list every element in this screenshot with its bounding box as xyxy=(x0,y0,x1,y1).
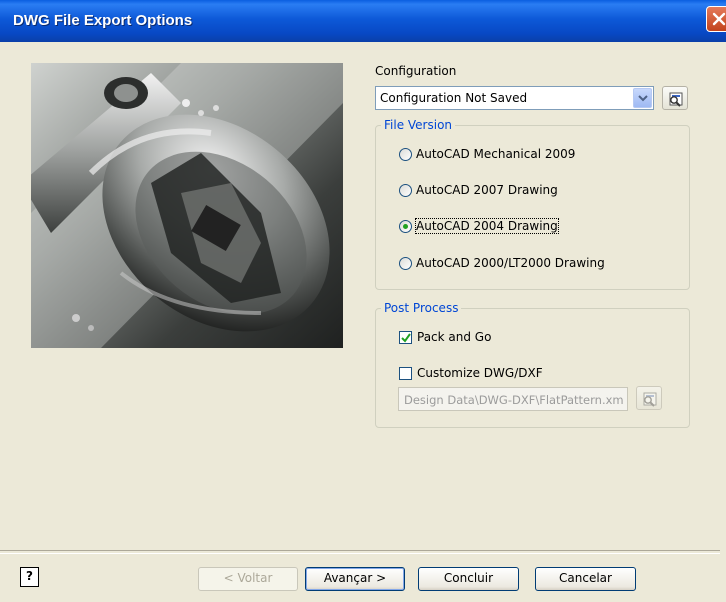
configuration-value: Configuration Not Saved xyxy=(380,91,528,105)
radio-button-selected[interactable] xyxy=(399,220,412,233)
radio-button[interactable] xyxy=(399,184,412,197)
radio-button[interactable] xyxy=(399,148,412,161)
configuration-label: Configuration xyxy=(375,64,457,78)
post-process-title: Post Process xyxy=(381,301,462,315)
separator xyxy=(0,550,720,554)
radio-label: AutoCAD Mechanical 2009 xyxy=(416,147,576,161)
back-label: < Voltar xyxy=(223,571,273,585)
help-button[interactable]: ? xyxy=(20,567,39,587)
cancel-label: Cancelar xyxy=(559,571,612,585)
customize-path-field[interactable]: Design Data\DWG-DXF\FlatPattern.xm xyxy=(398,387,628,411)
chevron-down-icon xyxy=(638,95,648,102)
checkmark-icon xyxy=(401,333,411,343)
radio-label: AutoCAD 2004 Drawing xyxy=(415,218,559,234)
help-icon: ? xyxy=(26,569,33,583)
radio-button[interactable] xyxy=(399,257,412,270)
browse-icon xyxy=(643,392,657,407)
path-value: Design Data\DWG-DXF\FlatPattern.xm xyxy=(404,393,624,407)
window-title: DWG File Export Options xyxy=(13,12,193,29)
radio-label: AutoCAD 2007 Drawing xyxy=(416,183,558,197)
browse-icon xyxy=(669,92,683,107)
pack-and-go-checkbox[interactable] xyxy=(399,331,412,344)
preview-image xyxy=(31,63,343,348)
next-button[interactable]: Avançar > xyxy=(305,567,405,591)
export-options-dialog: DWG File Export Options Configuration Co… xyxy=(0,0,726,602)
dropdown-arrow[interactable] xyxy=(633,88,652,108)
title-bar[interactable]: DWG File Export Options xyxy=(0,0,726,42)
file-version-title: File Version xyxy=(381,118,456,132)
radio-label: AutoCAD 2000/LT2000 Drawing xyxy=(416,256,605,270)
next-label: Avançar > xyxy=(323,571,387,585)
configuration-select[interactable]: Configuration Not Saved xyxy=(375,86,654,110)
browse-path-button[interactable] xyxy=(636,386,662,410)
browse-configuration-button[interactable] xyxy=(662,86,688,110)
pack-and-go-label: Pack and Go xyxy=(417,330,492,344)
close-icon xyxy=(712,12,726,26)
finish-label: Concluir xyxy=(443,571,494,585)
cancel-button[interactable]: Cancelar xyxy=(535,567,636,591)
close-button[interactable] xyxy=(706,6,726,32)
back-button[interactable]: < Voltar xyxy=(198,567,298,591)
customize-checkbox[interactable] xyxy=(399,367,412,380)
finish-button[interactable]: Concluir xyxy=(418,567,519,591)
customize-label: Customize DWG/DXF xyxy=(417,366,543,380)
